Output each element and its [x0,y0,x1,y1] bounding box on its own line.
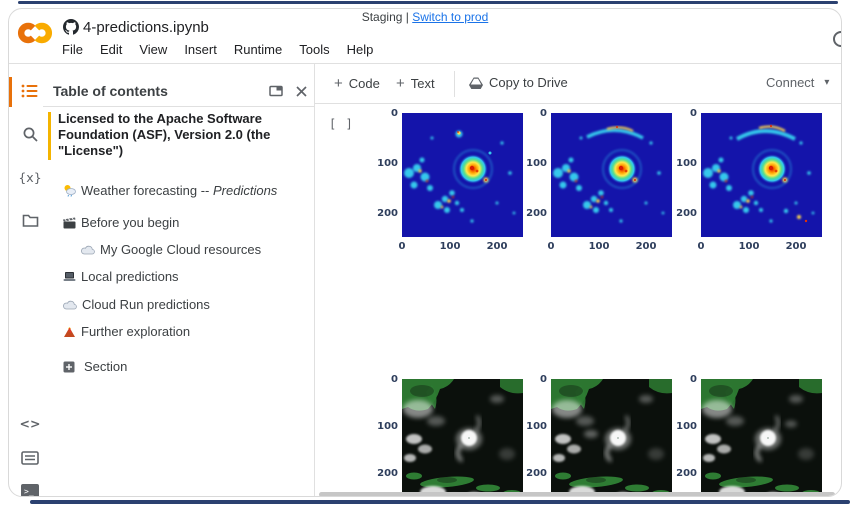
toc-item-weather-forecasting[interactable]: Weather forecasting -- Predictions [63,183,277,198]
screenshot-frame: Staging | Switch to prod 4-predictions.i… [0,0,850,505]
prediction-heatmap-2: 0 100 200 0 100 200 [551,113,672,237]
add-section-button[interactable]: Section [63,359,127,374]
cloud-emoji [63,300,77,310]
toc-item-before-you-begin[interactable]: Before you begin [63,215,179,230]
settings-gear-icon[interactable] [833,31,842,47]
satellite-image [701,379,822,497]
toc-panel-title: Table of contents [53,83,168,99]
cell-run-marker[interactable]: [ ] [329,117,354,131]
menu-insert[interactable]: Insert [184,42,217,57]
heatmap-image [551,113,672,237]
plus-square-icon [63,361,75,373]
copy-to-drive-button[interactable]: Copy to Drive [469,75,568,90]
toc-open-in-tab-icon[interactable] [267,82,285,100]
switch-to-prod-link[interactable]: Switch to prod [412,10,488,24]
toc-item-further-exploration[interactable]: Further exploration [63,324,190,339]
toc-active-item-bar [48,112,51,160]
menu-help[interactable]: Help [347,42,374,57]
terminal-icon[interactable]: >_ [19,480,41,497]
menu-file[interactable]: File [62,42,83,57]
toc-item-my-google-cloud-resources[interactable]: My Google Cloud resources [81,242,261,257]
menu-bar: File Edit View Insert Runtime Tools Help [62,42,373,57]
chevron-down-icon: ▾ [824,77,829,88]
code-snippets-icon[interactable]: <> [19,412,41,434]
github-icon [63,19,79,35]
toc-item-cloud-run-predictions[interactable]: Cloud Run predictions [63,297,210,312]
frame-top-edge [18,1,838,4]
menu-edit[interactable]: Edit [100,42,122,57]
staging-label: Staging | [362,10,409,24]
colab-logo-icon[interactable] [15,21,55,47]
plus-icon: + [334,75,343,92]
menu-view[interactable]: View [139,42,167,57]
menu-runtime[interactable]: Runtime [234,42,282,57]
drive-icon [469,77,483,89]
svg-text:>_: >_ [24,487,34,496]
heatmap-image [701,113,822,237]
clapperboard-emoji [63,217,76,229]
toc-item-license[interactable]: Licensed to the Apache Software Foundati… [58,111,296,159]
add-code-button[interactable]: + Code [334,75,380,92]
add-text-button[interactable]: + Text [396,75,435,92]
panel-separator [314,63,315,497]
plus-icon: + [396,75,405,92]
command-palette-icon[interactable] [19,447,41,469]
satellite-image [402,379,523,497]
toc-close-icon[interactable] [292,82,310,100]
files-icon[interactable] [19,209,41,231]
menu-tools[interactable]: Tools [299,42,329,57]
connect-button[interactable]: Connect ▾ [766,75,829,90]
toc-header-divider [43,106,314,107]
heatmap-image [402,113,523,237]
prediction-heatmap-1: 0 100 200 0 100 200 [402,113,523,237]
notebook-title[interactable]: 4-predictions.ipynb [83,19,209,36]
header-divider [9,63,842,64]
frame-bottom-edge [30,500,850,504]
variables-icon[interactable]: {x} [19,166,41,188]
satellite-image [551,379,672,497]
toolbar-divider [454,71,455,97]
search-icon[interactable] [19,123,41,145]
cloud-emoji [81,245,95,255]
toolbar-bottom-divider [315,103,842,104]
table-of-contents-icon[interactable] [19,80,41,102]
laptop-emoji [63,271,76,282]
weather-emoji [63,184,76,197]
volcano-emoji [63,326,76,338]
colab-window: Staging | Switch to prod 4-predictions.i… [8,8,842,497]
prediction-heatmap-3: 0 100 200 0 100 200 [701,113,822,237]
rail-active-indicator [9,77,12,107]
horizontal-scrollbar[interactable] [319,492,835,497]
toc-item-local-predictions[interactable]: Local predictions [63,269,179,284]
